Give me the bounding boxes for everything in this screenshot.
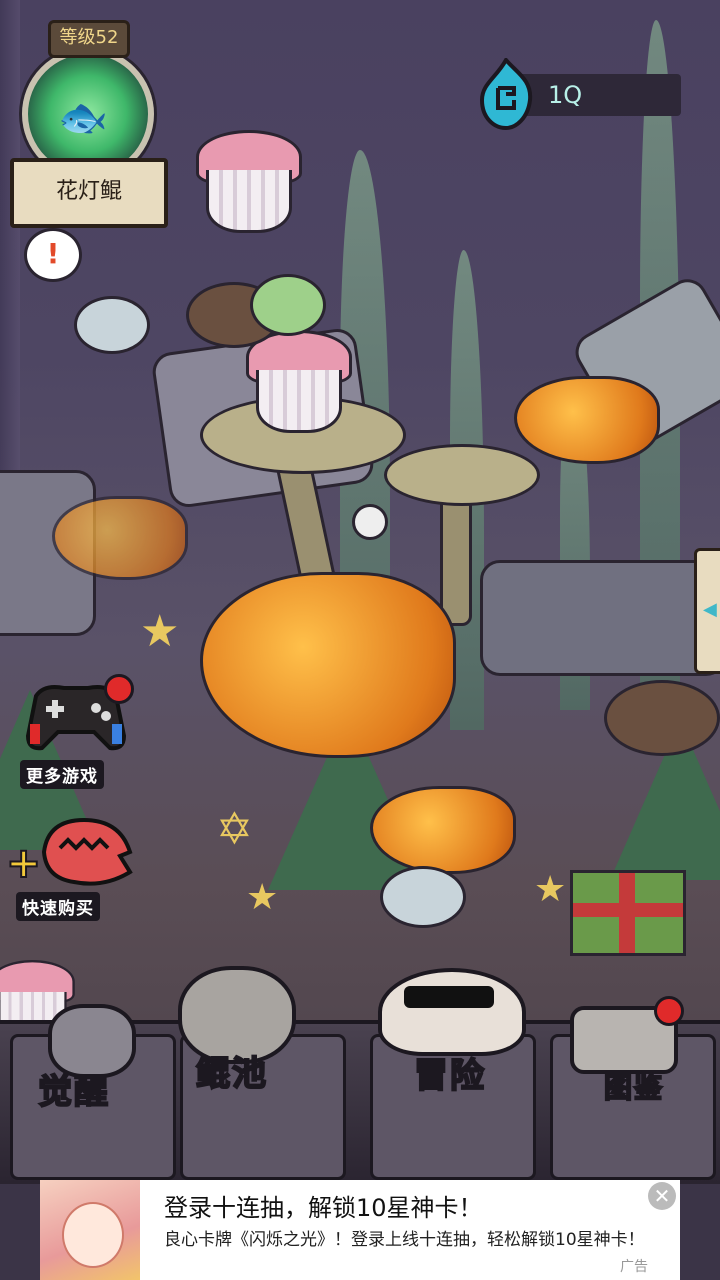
star-decoration: ✡: [216, 804, 253, 855]
currency-amount: 1Q: [548, 81, 583, 109]
level-badge: 等级52: [48, 20, 130, 58]
menu-label: 冒险: [413, 1055, 486, 1097]
close-icon[interactable]: ✕: [648, 1182, 676, 1210]
star-decoration: ★: [534, 869, 567, 910]
menu-label: 鲲池: [195, 1053, 268, 1095]
exclamation-icon[interactable]: !: [24, 228, 82, 282]
ad-tag: 广告: [620, 1259, 648, 1275]
small-fish[interactable]: [74, 296, 150, 354]
menu-label: 图鉴: [603, 1070, 665, 1105]
ad-description: 良心卡牌《闪烁之光》！登录上线十连抽，轻松解锁10星神卡！: [164, 1230, 645, 1250]
main-boss-fish[interactable]: [200, 572, 456, 758]
menu-label: 觉醒: [37, 1071, 110, 1113]
anime-girl-icon: [62, 1202, 124, 1268]
pumpkin-fish[interactable]: [52, 496, 188, 580]
bucktooth-fish[interactable]: [604, 680, 720, 756]
pumpkin-fish[interactable]: [514, 376, 660, 464]
gift-box: [570, 870, 686, 956]
arrow-left-icon: ◀: [703, 599, 717, 620]
notification-dot: [654, 996, 684, 1026]
rock: [480, 560, 720, 676]
quick-buy-label: 快速购买: [16, 892, 100, 921]
ad-banner[interactable]: 登录十连抽，解锁10星神卡！ 良心卡牌《闪烁之光》！登录上线十连抽，轻松解锁10…: [40, 1180, 680, 1280]
sunglasses-icon: [404, 986, 494, 1008]
mushroom-cap: [384, 444, 540, 506]
ad-title: 登录十连抽，解锁10星神卡！: [164, 1194, 483, 1222]
star-decoration: ★: [246, 877, 279, 918]
pearl[interactable]: [352, 504, 388, 540]
lantern-fish-icon: 🐟: [58, 95, 108, 141]
small-fish[interactable]: [380, 866, 466, 928]
star-decoration: ★: [140, 606, 180, 657]
notification-dot: [104, 674, 134, 704]
green-fish[interactable]: [250, 274, 326, 336]
ad-image: [40, 1180, 140, 1280]
right-drawer-tab[interactable]: ◀: [694, 548, 720, 674]
adventure-skull-icon: [378, 968, 526, 1056]
gem-icon: [479, 58, 533, 130]
more-games-label: 更多游戏: [20, 760, 104, 789]
fish-name-plate[interactable]: 花灯鲲: [10, 158, 168, 228]
red-fish-icon: [41, 817, 133, 886]
